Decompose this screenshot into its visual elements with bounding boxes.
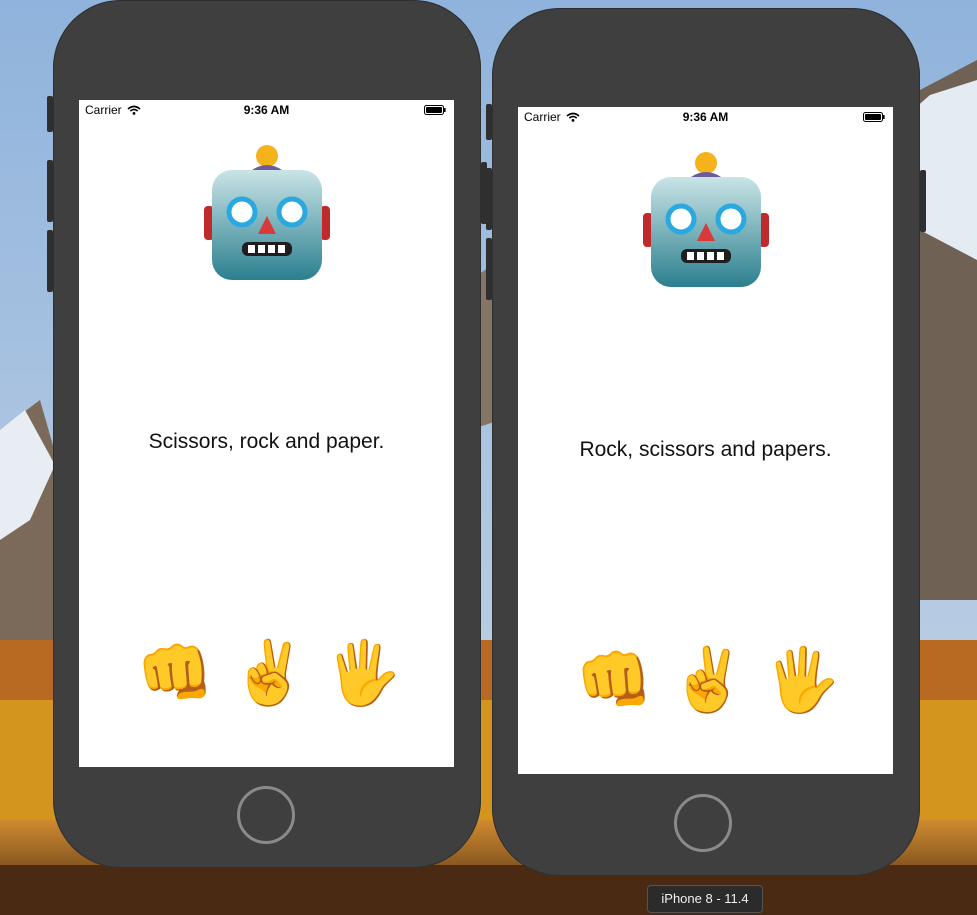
game-message: Rock, scissors and papers. [579,438,832,461]
simulator-device-label: iPhone 8 - 11.4 [647,885,763,913]
status-time: 9:36 AM [243,103,290,117]
home-button[interactable] [674,794,732,852]
battery-icon [424,105,446,115]
status-time: 9:36 AM [682,110,729,124]
choice-buttons: 👊 ✌️ 🖐️ [518,645,893,717]
battery-icon [863,112,885,122]
app-screen: Carrier 9:36 AM [518,107,893,774]
robot-face-icon [642,152,769,287]
volume-up-button[interactable] [486,168,492,230]
rock-button[interactable]: 👊 [576,645,653,717]
status-bar: Carrier 9:36 AM [518,107,893,127]
volume-down-button[interactable] [486,238,492,300]
scissors-button[interactable]: ✌️ [231,638,308,710]
status-bar: Carrier 9:36 AM [79,100,454,120]
power-button[interactable] [920,170,926,232]
paper-button[interactable]: 🖐️ [325,638,402,710]
paper-button[interactable]: 🖐️ [764,645,841,717]
volume-up-button[interactable] [47,160,53,222]
iphone-simulator-right: Carrier 9:36 AM Rock, scissors and paper… [486,8,926,876]
rock-button[interactable]: 👊 [137,638,214,710]
volume-down-button[interactable] [47,230,53,292]
app-screen: Carrier 9:36 AM [79,100,454,767]
choice-buttons: 👊 ✌️ 🖐️ [79,638,454,710]
robot-face-icon [203,145,330,280]
scissors-button[interactable]: ✌️ [670,645,747,717]
game-message: Scissors, rock and paper. [148,430,385,453]
silent-switch[interactable] [486,104,492,140]
iphone-simulator-left: Carrier 9:36 AM Scissors, rock and paper… [47,0,487,868]
silent-switch[interactable] [47,96,53,132]
home-button[interactable] [237,786,295,844]
